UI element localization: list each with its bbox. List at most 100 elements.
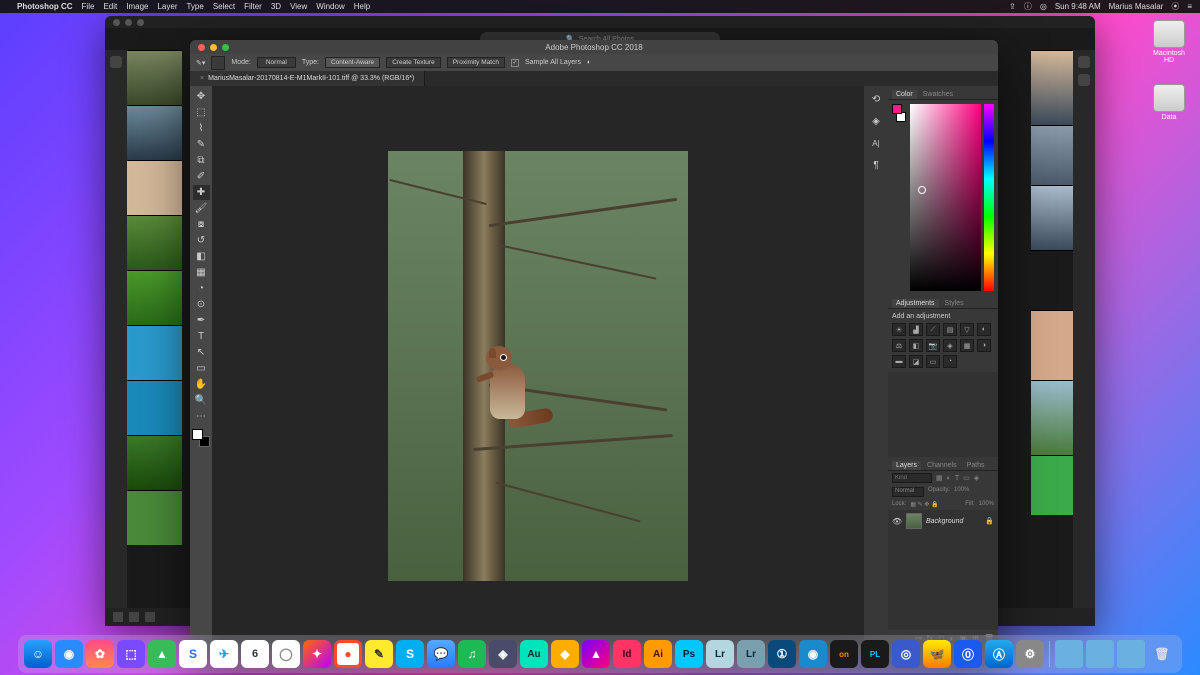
brush-tool[interactable]: 🖌	[193, 201, 210, 216]
layer-background[interactable]: 👁 Background 🔒	[888, 510, 998, 532]
type-proximity-match[interactable]: Proximity Match	[447, 57, 505, 68]
hand-tool[interactable]: ✋	[193, 377, 210, 392]
lr-thumbnail[interactable]	[127, 215, 182, 270]
close-icon[interactable]	[113, 19, 120, 26]
blend-mode-select[interactable]: Normal	[892, 487, 924, 497]
menu-image[interactable]: Image	[126, 2, 148, 11]
type-tool[interactable]: T	[193, 329, 210, 344]
dock-app[interactable]: 🦋	[923, 640, 951, 668]
dock-trash[interactable]: 🗑	[1148, 640, 1176, 668]
lr-thumbnail[interactable]	[127, 325, 182, 380]
dock-skype[interactable]: S	[396, 640, 424, 668]
dock-audition[interactable]: Au	[520, 640, 548, 668]
disk-data[interactable]: Data	[1148, 84, 1190, 121]
layer-thumbnail[interactable]	[906, 513, 922, 529]
dock-app[interactable]: ▲	[148, 640, 176, 668]
dock-illustrator[interactable]: Ai	[644, 640, 672, 668]
dock-indesign[interactable]: Id	[613, 640, 641, 668]
dock-app[interactable]: ✿	[86, 640, 114, 668]
spotlight-icon[interactable]: ⦿	[1171, 1, 1179, 12]
zoom-icon[interactable]	[222, 44, 229, 51]
selective-color-icon[interactable]: ◔	[943, 355, 957, 368]
detail-view-icon[interactable]	[129, 612, 139, 622]
saturation-value-field[interactable]	[910, 104, 981, 291]
curves-adjustment-icon[interactable]: ⟋	[926, 323, 940, 336]
lr-thumbnail[interactable]	[1031, 125, 1073, 185]
styles-panel-tab[interactable]: Styles	[941, 299, 968, 308]
layer-filter-input[interactable]	[892, 473, 932, 483]
dock-app[interactable]: S	[179, 640, 207, 668]
fill-value[interactable]: 100%	[979, 501, 994, 508]
lr-thumbnail[interactable]	[127, 435, 182, 490]
dock-folder[interactable]	[1055, 640, 1083, 668]
dock-app[interactable]: ⬚	[117, 640, 145, 668]
clock[interactable]: Sun 9:48 AM	[1055, 2, 1101, 11]
eraser-tool[interactable]: ◧	[193, 249, 210, 264]
blend-mode-select[interactable]: Normal	[257, 57, 296, 68]
edit-toolbar[interactable]: ⋯	[193, 409, 210, 424]
type-content-aware[interactable]: Content-Aware	[325, 57, 380, 68]
properties-panel-icon[interactable]: ◈	[869, 114, 883, 128]
dock-affinity[interactable]: ▲	[582, 640, 610, 668]
gradient-tool[interactable]: ▦	[193, 265, 210, 280]
blur-tool[interactable]: ◔	[193, 281, 210, 296]
dock-lightroom[interactable]: Lr	[706, 640, 734, 668]
invert-adjustment-icon[interactable]: ◑	[977, 339, 991, 352]
close-icon[interactable]	[198, 44, 205, 51]
paths-panel-tab[interactable]: Paths	[963, 461, 989, 470]
vibrance-adjustment-icon[interactable]: ▽	[960, 323, 974, 336]
dock-app[interactable]: ◉	[55, 640, 83, 668]
notifications-icon[interactable]: ≡	[1187, 2, 1192, 11]
sample-all-checkbox[interactable]: ✓	[511, 59, 519, 67]
dock-app[interactable]: ◉	[799, 640, 827, 668]
filter-type-icon[interactable]: T	[955, 475, 959, 482]
dock-appstore[interactable]: Ⓐ	[985, 640, 1013, 668]
dock-on1[interactable]: on	[830, 640, 858, 668]
hue-adjustment-icon[interactable]: ◐	[977, 323, 991, 336]
paragraph-panel-icon[interactable]: ¶	[869, 158, 883, 172]
shape-tool[interactable]: ▭	[193, 361, 210, 376]
bw-adjustment-icon[interactable]: ◧	[909, 339, 923, 352]
dock-lightroom-classic[interactable]: Lr	[737, 640, 765, 668]
lr-thumbnail[interactable]	[127, 270, 182, 325]
menu-file[interactable]: File	[82, 2, 95, 11]
dock-messages[interactable]: 💬	[427, 640, 455, 668]
grid-view-icon[interactable]	[113, 612, 123, 622]
lr-thumbnail[interactable]	[127, 490, 182, 545]
layers-panel-tab[interactable]: Layers	[892, 461, 921, 470]
lr-thumbnail[interactable]	[1031, 310, 1073, 380]
lr-thumbnail[interactable]	[127, 160, 182, 215]
dock-spark[interactable]: ✈	[210, 640, 238, 668]
clone-stamp-tool[interactable]: ⧇	[193, 217, 210, 232]
lr-thumbnail[interactable]	[1031, 185, 1073, 250]
lr-thumbnail[interactable]	[127, 50, 182, 105]
menu-select[interactable]: Select	[213, 2, 235, 11]
dock-app[interactable]: ✎	[365, 640, 393, 668]
dock-finder[interactable]: ☺	[24, 640, 52, 668]
zoom-tool[interactable]: 🔍	[193, 393, 210, 408]
history-panel-icon[interactable]: ⟲	[869, 92, 883, 106]
dock-1password[interactable]: ⓪	[954, 640, 982, 668]
path-select-tool[interactable]: ↖	[193, 345, 210, 360]
visibility-toggle-icon[interactable]: 👁	[892, 517, 902, 526]
dock-app[interactable]: ◎	[892, 640, 920, 668]
exposure-adjustment-icon[interactable]: ▤	[943, 323, 957, 336]
edit-icon[interactable]	[1078, 56, 1090, 68]
foreground-background-colors[interactable]	[192, 429, 210, 447]
zoom-icon[interactable]	[137, 19, 144, 26]
filter-adj-icon[interactable]: ◐	[947, 475, 951, 482]
type-create-texture[interactable]: Create Texture	[386, 57, 441, 68]
marquee-tool[interactable]: ⬚	[193, 105, 210, 120]
eyedropper-tool[interactable]: ✐	[193, 169, 210, 184]
tool-preset-icon[interactable]: ✎▾	[196, 59, 205, 67]
pressure-icon[interactable]: ◐	[587, 59, 591, 66]
lr-thumbnail[interactable]	[127, 105, 182, 160]
filter-shape-icon[interactable]: ▭	[963, 474, 970, 482]
crop-tool[interactable]: ⧉	[193, 153, 210, 168]
user-name[interactable]: Marius Masalar	[1109, 2, 1164, 11]
dock-folder[interactable]	[1086, 640, 1114, 668]
gradient-map-icon[interactable]: ▭	[926, 355, 940, 368]
lr-thumbnail[interactable]	[1031, 455, 1073, 515]
pen-tool[interactable]: ✒	[193, 313, 210, 328]
crop-icon[interactable]	[1078, 74, 1090, 86]
